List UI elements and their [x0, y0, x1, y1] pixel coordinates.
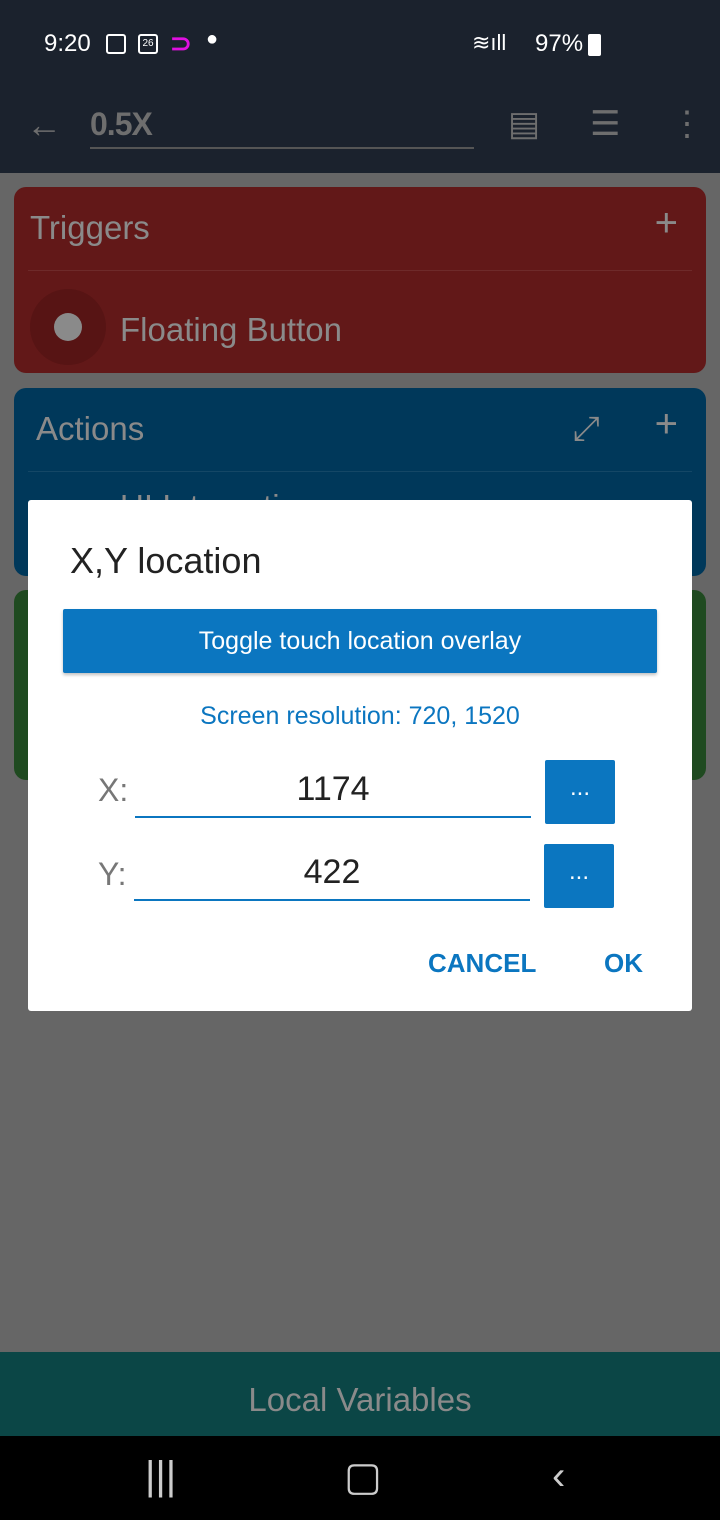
- wifi-signal-icon: ≋ıll: [472, 30, 507, 55]
- xy-location-dialog: X,Y location Toggle touch location overl…: [28, 500, 692, 1011]
- list-icon[interactable]: ☰: [590, 104, 620, 144]
- macro-name-field[interactable]: 0.5X: [90, 106, 474, 149]
- status-bar: 9:20 26 ⊃ ● ≋ıll 97%: [0, 0, 720, 90]
- y-picker-button[interactable]: ...: [544, 844, 614, 908]
- home-icon[interactable]: ▢: [344, 1454, 382, 1500]
- actions-header: Actions: [36, 410, 145, 447]
- x-picker-button[interactable]: ...: [545, 760, 615, 824]
- battery-percent: 97%: [535, 30, 584, 57]
- triggers-card: Triggers + Floating Button: [14, 187, 706, 373]
- y-label: Y:: [98, 856, 127, 892]
- triggers-header: Triggers: [30, 209, 150, 246]
- trigger-item[interactable]: Floating Button: [120, 311, 342, 349]
- expand-icon[interactable]: ⤢: [573, 410, 600, 449]
- y-input[interactable]: 422: [134, 843, 530, 901]
- arrow-back-icon[interactable]: ←: [26, 104, 62, 146]
- navigation-bar: ||| ▢ ‹: [0, 1436, 720, 1520]
- magnet-icon: ⊃: [170, 28, 192, 58]
- status-time: 9:20: [44, 30, 91, 57]
- ok-button[interactable]: OK: [604, 948, 643, 979]
- screen-resolution: Screen resolution: 720, 1520: [200, 702, 520, 730]
- dot-icon: ●: [206, 28, 219, 50]
- divider: [28, 270, 692, 271]
- add-trigger-icon[interactable]: +: [655, 201, 678, 246]
- calendar-icon: 26: [138, 34, 158, 54]
- dialog-title: X,Y location: [70, 540, 262, 581]
- back-icon[interactable]: ‹: [552, 1454, 565, 1499]
- battery-icon: [588, 34, 601, 56]
- document-icon[interactable]: ▤: [508, 104, 540, 144]
- x-input[interactable]: 1174: [135, 760, 531, 818]
- local-variables-button[interactable]: Local Variables: [0, 1352, 720, 1436]
- floating-button-icon: [54, 313, 82, 341]
- add-action-icon[interactable]: +: [655, 402, 678, 447]
- cancel-button[interactable]: CANCEL: [428, 948, 536, 979]
- divider: [28, 471, 692, 472]
- gallery-icon: [106, 34, 126, 54]
- trigger-icon-bg: [30, 289, 106, 365]
- toggle-overlay-button[interactable]: Toggle touch location overlay: [63, 609, 657, 673]
- recents-icon[interactable]: |||: [145, 1454, 176, 1499]
- more-vert-icon[interactable]: ⋮: [670, 104, 704, 144]
- x-label: X:: [98, 772, 129, 808]
- app-bar: ← 0.5X ▤ ☰ ⋮: [0, 90, 720, 173]
